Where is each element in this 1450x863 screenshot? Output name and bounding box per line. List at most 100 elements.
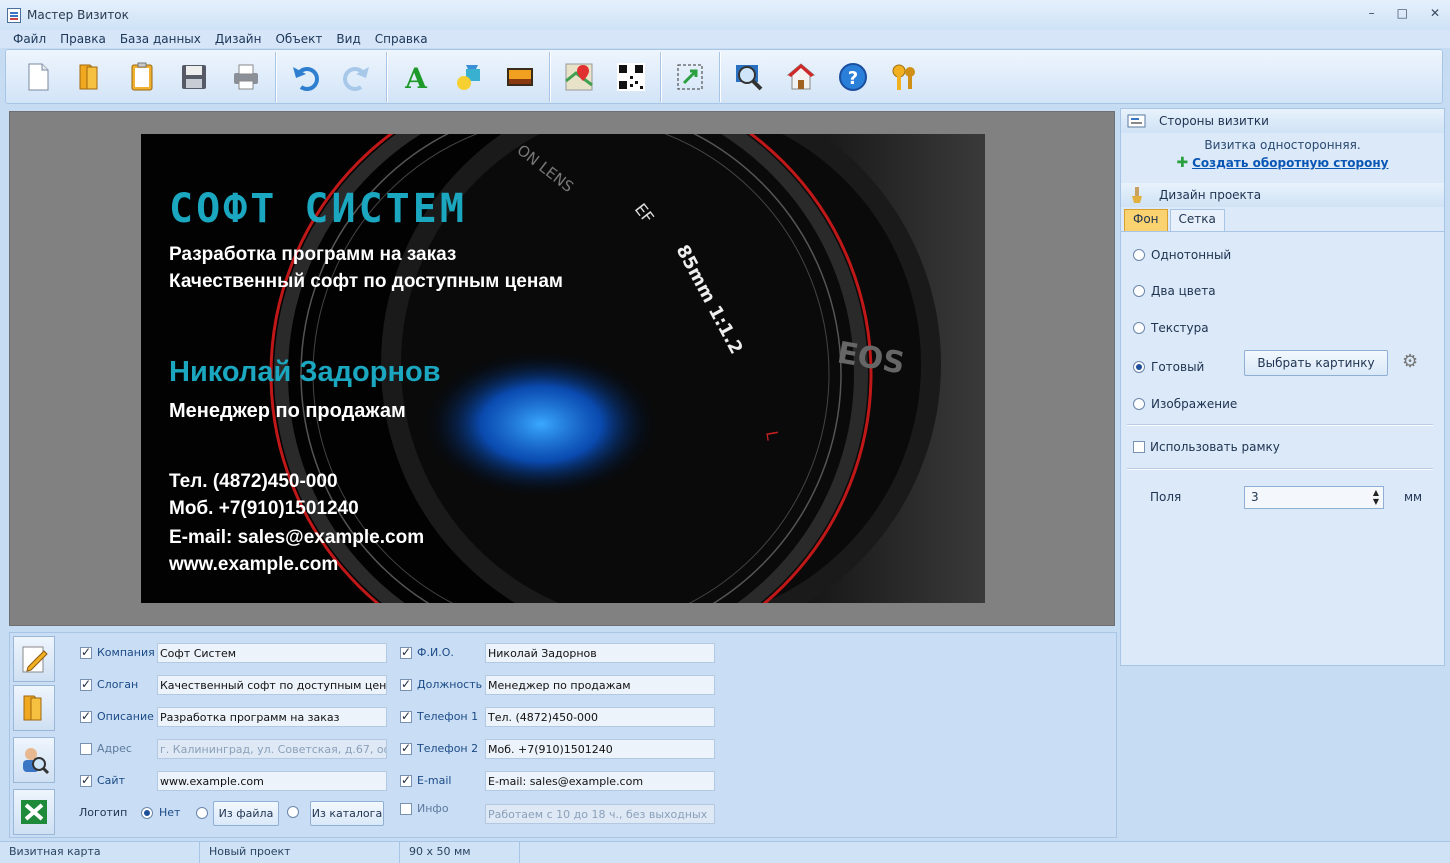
radio-selected[interactable] bbox=[1133, 361, 1145, 373]
edit-text-icon[interactable] bbox=[13, 636, 55, 682]
card-email[interactable]: E-mail: sales@example.com bbox=[169, 527, 424, 549]
save-floppy-icon[interactable] bbox=[168, 54, 220, 100]
use-frame-option[interactable]: Использовать рамку bbox=[1133, 440, 1280, 454]
menu-object[interactable]: Объект bbox=[268, 30, 329, 48]
logo-from-catalog-button[interactable]: Из каталога bbox=[310, 801, 384, 826]
fit-selection-icon[interactable] bbox=[664, 54, 716, 100]
field-checkbox[interactable] bbox=[80, 773, 92, 787]
new-document-icon[interactable] bbox=[12, 54, 64, 100]
menu-view[interactable]: Вид bbox=[329, 30, 367, 48]
minimize-icon[interactable]: – bbox=[1369, 6, 1375, 20]
field-checkbox[interactable] bbox=[400, 802, 412, 815]
print-icon[interactable] bbox=[220, 54, 272, 100]
card-slogan[interactable]: Качественный софт по доступным ценам bbox=[169, 271, 563, 293]
bg-option-texture[interactable]: Текстура bbox=[1133, 321, 1209, 335]
choose-picture-button[interactable]: Выбрать картинку bbox=[1244, 350, 1388, 376]
field-input[interactable]: Софт Систем bbox=[157, 643, 387, 663]
sides-header[interactable]: Стороны визитки bbox=[1121, 109, 1444, 133]
field-checkbox[interactable] bbox=[400, 709, 412, 723]
field-input[interactable]: Качественный софт по доступным ценам bbox=[157, 675, 387, 695]
image-icon[interactable] bbox=[494, 54, 546, 100]
margins-unit: мм bbox=[1404, 490, 1423, 504]
field-input[interactable]: Разработка программ на заказ bbox=[157, 707, 387, 727]
logo-from-file-button[interactable]: Из файла bbox=[213, 801, 279, 826]
properties-pane: Стороны визитки Визитка односторонняя. ✚… bbox=[1120, 108, 1445, 666]
clipboard-icon[interactable] bbox=[116, 54, 168, 100]
bg-option-ready[interactable]: Готовый bbox=[1133, 360, 1204, 374]
menu-design[interactable]: Дизайн bbox=[208, 30, 269, 48]
field-input[interactable]: г. Калининград, ул. Советская, д.67, оф.… bbox=[157, 739, 387, 759]
radio[interactable] bbox=[1133, 285, 1145, 297]
keys-icon[interactable] bbox=[879, 54, 931, 100]
bg-option-two-colors[interactable]: Два цвета bbox=[1133, 284, 1216, 298]
menu-file[interactable]: Файл bbox=[6, 30, 53, 48]
window-title: Мастер Визиток bbox=[27, 8, 129, 22]
field-input[interactable]: Николай Задорнов bbox=[485, 643, 715, 663]
business-card-preview[interactable]: ON LENS EF 85mm 1:1.2 L EOS СОФТ СИСТЕМ … bbox=[141, 134, 985, 603]
zoom-search-icon[interactable] bbox=[723, 54, 775, 100]
field-checkbox[interactable] bbox=[80, 742, 92, 755]
field-input[interactable]: Тел. (4872)450-000 bbox=[485, 707, 715, 727]
field-checkbox[interactable] bbox=[400, 741, 412, 755]
bg-option-solid[interactable]: Однотонный bbox=[1133, 248, 1231, 262]
menu-edit[interactable]: Правка bbox=[53, 30, 113, 48]
tab-background[interactable]: Фон bbox=[1124, 209, 1168, 231]
logo-catalog-radio[interactable] bbox=[287, 806, 299, 818]
card-position[interactable]: Менеджер по продажам bbox=[169, 400, 406, 423]
field-label: Телефон 1 bbox=[417, 710, 479, 723]
card-description[interactable]: Разработка программ на заказ bbox=[169, 244, 456, 266]
field-input[interactable]: Работаем с 10 до 18 ч., без выходных bbox=[485, 804, 715, 824]
card-company[interactable]: СОФТ СИСТЕМ bbox=[169, 186, 467, 232]
home-icon[interactable] bbox=[775, 54, 827, 100]
bg-option-image[interactable]: Изображение bbox=[1133, 397, 1237, 411]
open-folder-icon[interactable] bbox=[64, 54, 116, 100]
menu-help[interactable]: Справка bbox=[368, 30, 435, 48]
tab-grid[interactable]: Сетка bbox=[1169, 209, 1225, 231]
shapes-icon[interactable] bbox=[442, 54, 494, 100]
radio[interactable] bbox=[1133, 322, 1145, 334]
card-name[interactable]: Николай Задорнов bbox=[169, 356, 441, 389]
design-header[interactable]: Дизайн проекта bbox=[1121, 183, 1444, 207]
logo-none-radio[interactable] bbox=[141, 806, 153, 819]
field-checkbox[interactable] bbox=[400, 645, 412, 659]
checkbox[interactable] bbox=[1133, 441, 1145, 453]
close-icon[interactable]: ✕ bbox=[1430, 6, 1440, 20]
spinner-arrows-icon[interactable]: ▲ ▼ bbox=[1373, 488, 1379, 506]
help-icon[interactable]: ? bbox=[827, 54, 879, 100]
card-phone2[interactable]: Моб. +7(910)1501240 bbox=[169, 498, 359, 520]
logo-file-radio[interactable] bbox=[196, 806, 209, 819]
redo-icon[interactable] bbox=[331, 54, 383, 100]
qr-code-icon[interactable] bbox=[605, 54, 657, 100]
radio[interactable] bbox=[1133, 249, 1145, 261]
form-row: Описание bbox=[80, 709, 159, 723]
contacts-search-icon[interactable] bbox=[13, 737, 55, 783]
field-checkbox[interactable] bbox=[400, 677, 412, 691]
field-checkbox[interactable] bbox=[80, 709, 92, 723]
maximize-icon[interactable]: □ bbox=[1397, 6, 1408, 20]
field-checkbox[interactable] bbox=[400, 773, 412, 787]
field-input[interactable]: E-mail: sales@example.com bbox=[485, 771, 715, 791]
design-canvas[interactable]: ON LENS EF 85mm 1:1.2 L EOS СОФТ СИСТЕМ … bbox=[9, 111, 1115, 626]
field-checkbox[interactable] bbox=[80, 645, 92, 659]
margins-spinner[interactable]: 3 ▲ ▼ bbox=[1244, 486, 1384, 509]
gear-icon[interactable]: ⚙ bbox=[1402, 351, 1418, 372]
map-icon[interactable] bbox=[553, 54, 605, 100]
excel-import-icon[interactable] bbox=[13, 789, 55, 835]
text-icon[interactable]: A bbox=[390, 54, 442, 100]
create-back-side-link[interactable]: Создать оборотную сторону bbox=[1192, 156, 1388, 170]
card-site[interactable]: www.example.com bbox=[169, 554, 338, 576]
menu-database[interactable]: База данных bbox=[113, 30, 208, 48]
form-row: Должность bbox=[400, 677, 482, 691]
undo-icon[interactable] bbox=[279, 54, 331, 100]
form-row: Компания bbox=[80, 645, 159, 659]
field-checkbox[interactable] bbox=[80, 677, 92, 691]
card-phone1[interactable]: Тел. (4872)450-000 bbox=[169, 471, 338, 493]
bg-option-label: Два цвета bbox=[1151, 284, 1216, 298]
open-database-icon[interactable] bbox=[13, 685, 55, 731]
margins-value[interactable]: 3 bbox=[1251, 490, 1259, 504]
radio[interactable] bbox=[1133, 398, 1145, 410]
field-input[interactable]: Моб. +7(910)1501240 bbox=[485, 739, 715, 759]
status-doc-type: Визитная карта bbox=[0, 842, 200, 863]
field-input[interactable]: www.example.com bbox=[157, 771, 387, 791]
field-input[interactable]: Менеджер по продажам bbox=[485, 675, 715, 695]
